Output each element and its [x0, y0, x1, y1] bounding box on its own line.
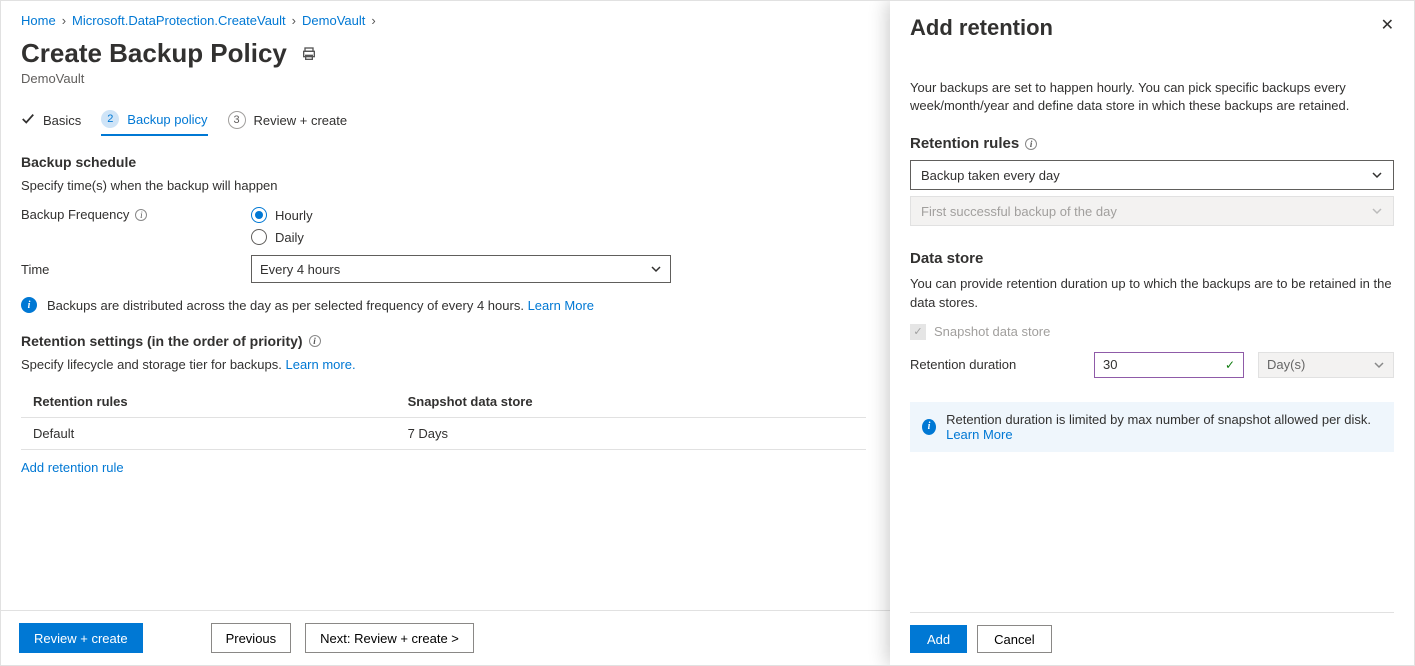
- step-label: Basics: [43, 113, 81, 128]
- print-icon[interactable]: [301, 38, 317, 69]
- learn-more-link[interactable]: Learn More: [946, 427, 1012, 442]
- time-label: Time: [21, 262, 251, 277]
- learn-more-link[interactable]: Learn more.: [285, 357, 355, 372]
- table-header: Retention rules: [21, 386, 396, 418]
- step-label: Review + create: [254, 113, 348, 128]
- info-icon[interactable]: i: [309, 335, 321, 347]
- input-value: 30: [1103, 357, 1117, 372]
- breadcrumb-item[interactable]: Microsoft.DataProtection.CreateVault: [72, 13, 286, 28]
- info-banner: i Backups are distributed across the day…: [21, 297, 866, 313]
- checkbox-label: Snapshot data store: [934, 324, 1050, 339]
- retention-unit-select: Day(s): [1258, 352, 1394, 378]
- info-icon[interactable]: i: [135, 209, 147, 221]
- backup-schedule-title: Backup schedule: [21, 154, 866, 170]
- wizard-steps: Basics 2 Backup policy 3 Review + create: [21, 104, 866, 136]
- add-button[interactable]: Add: [910, 625, 967, 653]
- next-button[interactable]: Next: Review + create >: [305, 623, 474, 653]
- step-number-icon: 2: [101, 110, 119, 128]
- chevron-right-icon: ›: [371, 13, 375, 28]
- retention-table: Retention rules Snapshot data store Defa…: [21, 386, 866, 450]
- backup-schedule-desc: Specify time(s) when the backup will hap…: [21, 178, 866, 193]
- review-create-button[interactable]: Review + create: [19, 623, 143, 653]
- step-backup-policy[interactable]: 2 Backup policy: [101, 104, 207, 136]
- add-retention-rule-link[interactable]: Add retention rule: [21, 460, 124, 475]
- add-retention-panel: Add retention ✕ Your backups are set to …: [890, 1, 1414, 665]
- retention-rules-title: Retention rules i: [910, 135, 1394, 152]
- radio-daily[interactable]: Daily: [251, 229, 313, 245]
- select-value: Every 4 hours: [260, 262, 340, 277]
- learn-more-link[interactable]: Learn More: [528, 298, 594, 313]
- info-text: Backups are distributed across the day a…: [47, 298, 524, 313]
- breadcrumb-item[interactable]: DemoVault: [302, 13, 365, 28]
- retention-duration-label: Retention duration: [910, 357, 1080, 372]
- chevron-down-icon: [1371, 205, 1383, 217]
- page-title-text: Create Backup Policy: [21, 38, 287, 69]
- select-value: First successful backup of the day: [921, 204, 1117, 219]
- info-icon[interactable]: i: [1025, 138, 1037, 150]
- checkmark-icon: [21, 112, 35, 129]
- table-header: Snapshot data store: [396, 386, 866, 418]
- radio-hourly[interactable]: Hourly: [251, 207, 313, 223]
- step-review[interactable]: 3 Review + create: [228, 105, 348, 135]
- checkbox-icon: ✓: [910, 324, 926, 340]
- data-store-desc: You can provide retention duration up to…: [910, 275, 1394, 311]
- info-text: Retention duration is limited by max num…: [946, 412, 1371, 427]
- data-store-title: Data store: [910, 250, 1394, 267]
- retention-duration-input[interactable]: 30 ✓: [1094, 352, 1244, 378]
- close-icon[interactable]: ✕: [1381, 15, 1394, 35]
- chevron-down-icon: [650, 263, 662, 275]
- step-basics[interactable]: Basics: [21, 106, 81, 135]
- select-value: Backup taken every day: [921, 168, 1060, 183]
- info-icon: i: [922, 419, 936, 435]
- checkmark-icon: ✓: [1225, 358, 1235, 372]
- chevron-right-icon: ›: [292, 13, 296, 28]
- table-cell: Default: [21, 418, 396, 450]
- panel-description: Your backups are set to happen hourly. Y…: [910, 79, 1394, 115]
- retention-settings-title: Retention settings (in the order of prio…: [21, 333, 866, 349]
- radio-icon: [251, 207, 267, 223]
- table-cell: 7 Days: [396, 418, 866, 450]
- page-subtitle: DemoVault: [21, 71, 866, 86]
- breadcrumb-home[interactable]: Home: [21, 13, 56, 28]
- time-select[interactable]: Every 4 hours: [251, 255, 671, 283]
- info-icon: i: [21, 297, 37, 313]
- chevron-right-icon: ›: [62, 13, 66, 28]
- radio-label: Daily: [275, 230, 304, 245]
- step-label: Backup policy: [127, 112, 207, 127]
- panel-info-banner: i Retention duration is limited by max n…: [910, 402, 1394, 452]
- retention-settings-desc: Specify lifecycle and storage tier for b…: [21, 357, 866, 372]
- retention-rule-subselect: First successful backup of the day: [910, 196, 1394, 226]
- panel-title: Add retention: [910, 15, 1053, 41]
- page-title: Create Backup Policy: [21, 38, 866, 69]
- radio-icon: [251, 229, 267, 245]
- radio-label: Hourly: [275, 208, 313, 223]
- chevron-down-icon: [1371, 169, 1383, 181]
- backup-frequency-label: Backup Frequency i: [21, 207, 251, 222]
- select-value: Day(s): [1267, 357, 1305, 372]
- chevron-down-icon: [1373, 359, 1385, 371]
- table-row: Default 7 Days: [21, 418, 866, 450]
- previous-button[interactable]: Previous: [211, 623, 292, 653]
- panel-footer: Add Cancel: [910, 612, 1394, 665]
- step-number-icon: 3: [228, 111, 246, 129]
- retention-rule-select[interactable]: Backup taken every day: [910, 160, 1394, 190]
- cancel-button[interactable]: Cancel: [977, 625, 1051, 653]
- breadcrumb: Home › Microsoft.DataProtection.CreateVa…: [21, 13, 866, 28]
- snapshot-data-store-checkbox: ✓ Snapshot data store: [910, 324, 1394, 340]
